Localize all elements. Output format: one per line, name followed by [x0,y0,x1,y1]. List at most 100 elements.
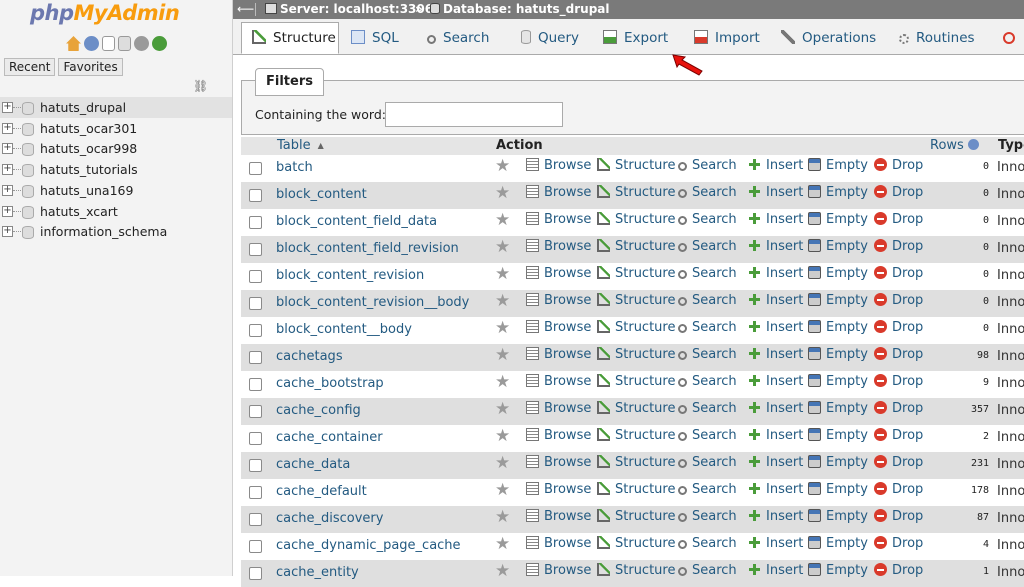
tab-export[interactable]: Export [603,23,668,54]
table-name-link[interactable]: block_content [276,187,367,202]
database-item[interactable]: + hatuts_tutorials [0,159,232,180]
favorite-star-icon[interactable]: ★ [495,482,510,499]
row-checkbox[interactable] [249,513,262,526]
expand-icon[interactable]: + [2,164,13,176]
row-checkbox[interactable] [249,243,262,256]
collapse-arrow-icon[interactable]: ⟵ [237,0,254,19]
insert-action[interactable]: Insert [748,212,803,228]
empty-action[interactable]: Empty [808,509,868,525]
empty-action[interactable]: Empty [808,185,868,201]
link-with-main-panel-icon[interactable]: ⛓ [193,79,208,93]
drop-action[interactable]: Drop [874,428,923,444]
insert-action[interactable]: Insert [748,509,803,525]
browse-action[interactable]: Browse [526,482,591,498]
empty-action[interactable]: Empty [808,293,868,309]
drop-action[interactable]: Drop [874,563,923,579]
table-name-link[interactable]: block_content_field_data [276,214,437,229]
structure-action[interactable]: Structure [597,347,675,363]
search-action[interactable]: Search [678,185,737,201]
tab-routines[interactable]: Routines [899,23,975,54]
table-name-link[interactable]: cache_default [276,484,367,499]
insert-action[interactable]: Insert [748,374,803,390]
favorite-star-icon[interactable]: ★ [495,320,510,337]
search-action[interactable]: Search [678,158,737,174]
row-checkbox[interactable] [249,270,262,283]
browse-action[interactable]: Browse [526,320,591,336]
insert-action[interactable]: Insert [748,293,803,309]
structure-action[interactable]: Structure [597,158,675,174]
search-action[interactable]: Search [678,563,737,579]
structure-action[interactable]: Structure [597,401,675,417]
database-item[interactable]: + information_schema [0,221,232,242]
table-column-header[interactable]: Table ▲ [277,137,324,154]
favorite-star-icon[interactable]: ★ [495,212,510,229]
drop-action[interactable]: Drop [874,212,923,228]
favorite-star-icon[interactable]: ★ [495,401,510,418]
structure-action[interactable]: Structure [597,239,675,255]
browse-action[interactable]: Browse [526,158,591,174]
insert-action[interactable]: Insert [748,266,803,282]
insert-action[interactable]: Insert [748,320,803,336]
favorite-star-icon[interactable]: ★ [495,428,510,445]
drop-action[interactable]: Drop [874,293,923,309]
browse-action[interactable]: Browse [526,428,591,444]
empty-action[interactable]: Empty [808,563,868,579]
browse-action[interactable]: Browse [526,185,591,201]
search-action[interactable]: Search [678,347,737,363]
row-checkbox[interactable] [249,216,262,229]
favorite-star-icon[interactable]: ★ [495,536,510,553]
favorite-star-icon[interactable]: ★ [495,185,510,202]
table-name-link[interactable]: cachetags [276,349,343,364]
database-item[interactable]: + hatuts_xcart [0,201,232,222]
search-action[interactable]: Search [678,320,737,336]
row-checkbox[interactable] [249,567,262,580]
search-action[interactable]: Search [678,536,737,552]
table-name-link[interactable]: block_content_field_revision [276,241,459,256]
expand-icon[interactable]: + [2,102,13,113]
row-checkbox[interactable] [249,432,262,445]
drop-action[interactable]: Drop [874,482,923,498]
browse-action[interactable]: Browse [526,455,591,471]
recent-tab[interactable]: Recent [4,58,56,76]
database-item[interactable]: + hatuts_una169 [0,180,232,201]
browse-action[interactable]: Browse [526,374,591,390]
favorite-star-icon[interactable]: ★ [495,455,510,472]
insert-action[interactable]: Insert [748,185,803,201]
tab-query[interactable]: Query [521,23,579,54]
drop-action[interactable]: Drop [874,374,923,390]
search-action[interactable]: Search [678,455,737,471]
docs-icon[interactable] [102,36,115,51]
row-checkbox[interactable] [249,162,262,175]
search-action[interactable]: Search [678,239,737,255]
empty-action[interactable]: Empty [808,320,868,336]
structure-action[interactable]: Structure [597,536,675,552]
tab-import[interactable]: Import [694,23,760,54]
browse-action[interactable]: Browse [526,536,591,552]
empty-action[interactable]: Empty [808,347,868,363]
expand-icon[interactable]: + [2,122,13,134]
insert-action[interactable]: Insert [748,563,803,579]
browse-action[interactable]: Browse [526,347,591,363]
insert-action[interactable]: Insert [748,536,803,552]
search-action[interactable]: Search [678,212,737,228]
filter-containing-word-input[interactable] [385,102,563,127]
help-icon[interactable] [967,139,979,150]
search-action[interactable]: Search [678,428,737,444]
tab-events[interactable] [1003,23,1022,54]
structure-action[interactable]: Structure [597,482,675,498]
browse-action[interactable]: Browse [526,509,591,525]
search-action[interactable]: Search [678,482,737,498]
tab-search[interactable]: Search [427,23,489,54]
database-name[interactable]: information_schema [40,221,167,242]
insert-action[interactable]: Insert [748,239,803,255]
empty-action[interactable]: Empty [808,212,868,228]
structure-action[interactable]: Structure [597,320,675,336]
drop-action[interactable]: Drop [874,158,923,174]
row-checkbox[interactable] [249,486,262,499]
drop-action[interactable]: Drop [874,536,923,552]
tab-structure[interactable]: Structure [241,22,339,54]
structure-action[interactable]: Structure [597,428,675,444]
browse-action[interactable]: Browse [526,401,591,417]
breadcrumb-server[interactable]: Server: localhost:3306 [265,0,433,19]
drop-action[interactable]: Drop [874,347,923,363]
